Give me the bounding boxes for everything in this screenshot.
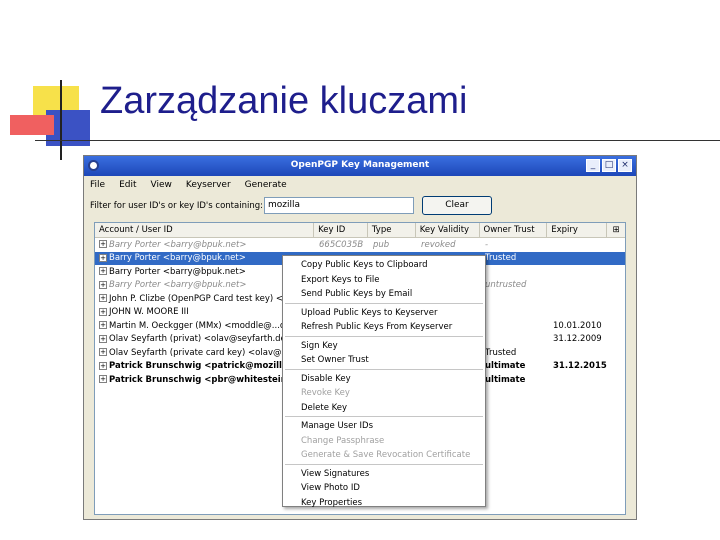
expand-icon[interactable]: + — [99, 280, 107, 289]
key-list-header: Account / User ID Key ID Type Key Validi… — [95, 223, 625, 238]
menu-item-manage-user-ids[interactable]: Manage User IDs — [283, 419, 485, 434]
column-header-expiry[interactable]: Expiry — [547, 223, 608, 237]
column-picker-icon[interactable]: ⊞ — [607, 223, 625, 237]
menu-item-send-public-keys-by-email[interactable]: Send Public Keys by Email — [283, 287, 485, 302]
menu-item-copy-public-keys-to-clipboard[interactable]: Copy Public Keys to Clipboard — [283, 258, 485, 273]
cell-owner-trust: ultimate — [485, 374, 526, 385]
cell-owner-trust: Trusted — [485, 347, 517, 358]
menu-item-upload-public-keys-to-keyserver[interactable]: Upload Public Keys to Keyserver — [283, 306, 485, 321]
column-header-account[interactable]: Account / User ID — [95, 223, 315, 237]
menubar: File Edit View Keyserver Generate — [84, 176, 636, 194]
menu-file[interactable]: File — [90, 180, 105, 190]
expand-icon[interactable]: + — [99, 375, 107, 384]
row-account-text: Barry Porter <barry@bpuk.net> — [109, 266, 246, 277]
menu-item-disable-key[interactable]: Disable Key — [283, 372, 485, 387]
row-account-text: Patrick Brunschwig <patrick@mozilla — [109, 361, 288, 372]
filter-label: Filter for user ID's or key ID's contain… — [90, 201, 263, 211]
expand-icon[interactable]: + — [99, 267, 107, 276]
minimize-icon[interactable]: _ — [586, 159, 600, 172]
window-titlebar[interactable]: OpenPGP Key Management _ □ × — [84, 156, 636, 176]
cell-owner-trust: - — [485, 239, 489, 250]
cell-owner-trust: Trusted — [485, 253, 517, 264]
cell-expiry: 10.01.2010 — [553, 320, 602, 331]
row-account-text: JOHN W. MOORE III — [109, 307, 189, 318]
window-title: OpenPGP Key Management — [290, 160, 430, 170]
expand-icon[interactable]: + — [99, 240, 107, 249]
clear-button[interactable]: Clear — [422, 196, 492, 215]
row-account-text: Barry Porter <barry@bpuk.net> — [109, 239, 247, 250]
row-account-text: Olav Seyfarth (private card key) <olav@s… — [109, 347, 297, 358]
menu-item-export-keys-to-file[interactable]: Export Keys to File — [283, 273, 485, 288]
expand-icon[interactable]: + — [99, 294, 107, 303]
cell-owner-trust: ultimate — [485, 361, 526, 372]
cell-account: + Barry Porter <barry@bpuk.net> — [95, 240, 315, 250]
menu-keyserver[interactable]: Keyserver — [186, 180, 231, 190]
menu-separator — [285, 335, 483, 337]
menu-item-key-properties[interactable]: Key Properties — [283, 496, 485, 511]
cell-expiry: 31.12.2015 — [553, 361, 607, 372]
menu-item-set-owner-trust[interactable]: Set Owner Trust — [283, 353, 485, 368]
expand-icon[interactable]: + — [99, 348, 107, 357]
menu-separator — [285, 463, 483, 465]
row-account-text: Martin M. Oeckgger (MMx) <moddle@...com — [109, 320, 299, 331]
column-header-type[interactable]: Type — [368, 223, 416, 237]
filter-bar: Filter for user ID's or key ID's contain… — [84, 194, 636, 218]
window-controls: _ □ × — [586, 159, 632, 172]
cell-owner-trust: untrusted — [485, 280, 527, 291]
expand-icon[interactable]: + — [99, 307, 107, 316]
menu-item-delete-key[interactable]: Delete Key — [283, 401, 485, 416]
expand-icon[interactable]: + — [99, 361, 107, 370]
menu-separator — [285, 302, 483, 304]
menu-separator — [285, 368, 483, 370]
context-menu: Copy Public Keys to Clipboard Export Keys… — [282, 255, 486, 508]
row-account-text: Olav Seyfarth (privat) <olav@seyfarth.de… — [109, 334, 293, 345]
menu-item-view-signatures[interactable]: View Signatures — [283, 467, 485, 482]
cell-expiry: 31.12.2009 — [553, 334, 602, 345]
menu-separator — [285, 416, 483, 417]
menu-item-view-photo-id[interactable]: View Photo ID — [283, 481, 485, 496]
column-header-key-id[interactable]: Key ID — [314, 223, 368, 237]
expand-icon[interactable]: + — [99, 321, 107, 330]
expand-icon[interactable]: + — [99, 253, 107, 262]
slide-decoration-horizontal-line — [35, 140, 720, 141]
table-row[interactable]: + Barry Porter <barry@bpuk.net> 665C035B pu… — [95, 238, 625, 252]
slide-decoration-vertical-line — [60, 80, 62, 160]
row-account-text: Barry Porter <barry@bpuk.net> — [109, 253, 246, 264]
column-header-owner-trust[interactable]: Owner Trust — [480, 223, 548, 237]
cell-key-validity: revoked — [421, 239, 456, 250]
menu-item-generate-and-save-revocation-certificate: Generate & Save Revocation Certificate — [301, 450, 471, 460]
menu-edit[interactable]: Edit — [119, 180, 136, 190]
row-account-text: Patrick Brunschwig <pbr@whitestein.c — [109, 374, 296, 385]
column-header-key-validity[interactable]: Key Validity — [416, 223, 480, 237]
menu-item-revoke-key: Revoke Key — [301, 388, 350, 398]
menu-item-sign-key[interactable]: Sign Key — [283, 339, 485, 354]
slide-decoration-red-bar — [10, 115, 54, 135]
menu-item-change-passphrase: Change Passphrase — [301, 435, 385, 446]
menu-generate[interactable]: Generate — [245, 180, 287, 190]
expand-icon[interactable]: + — [99, 334, 107, 343]
row-account-text: John P. Clizbe (OpenPGP Card test key) <… — [109, 293, 286, 304]
slide-title: Zarządzanie kluczami — [100, 80, 468, 122]
menu-view[interactable]: View — [151, 180, 172, 190]
close-icon[interactable]: × — [618, 159, 632, 172]
maximize-icon[interactable]: □ — [602, 159, 616, 172]
menu-item-refresh-public-keys-from-keyserver[interactable]: Refresh Public Keys From Keyserver — [283, 320, 485, 335]
row-account-text: Barry Porter <barry@bpuk.net> — [109, 280, 247, 291]
cell-key-id: 665C035B — [319, 239, 364, 250]
cell-type: pub — [373, 239, 390, 250]
filter-input[interactable]: mozilla — [264, 197, 414, 214]
